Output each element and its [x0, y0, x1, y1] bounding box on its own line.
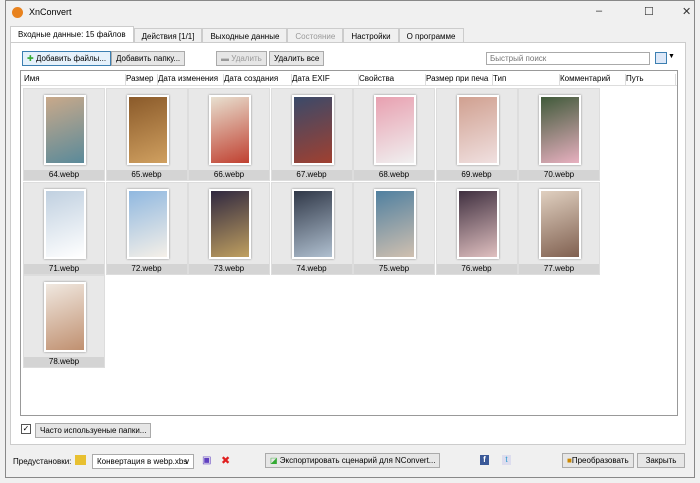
column-header[interactable]: Свойства: [359, 74, 426, 86]
file-name: 78.webp: [24, 357, 104, 367]
thumbnail-image: [456, 95, 499, 165]
file-thumbnail[interactable]: 68.webp: [353, 88, 435, 181]
thumbnail-image: [456, 188, 499, 259]
quick-search-input[interactable]: [486, 52, 650, 65]
file-thumbnail[interactable]: 73.webp: [188, 181, 270, 275]
thumbnail-image: [126, 95, 169, 165]
thumbnail-image: [374, 95, 416, 165]
thumbnail-image: [209, 188, 251, 259]
presets-label: Предустановки:: [13, 457, 72, 466]
tab-2[interactable]: Выходные данные: [202, 28, 288, 42]
file-name: 75.webp: [354, 263, 434, 274]
file-name: 72.webp: [106, 263, 187, 274]
column-header[interactable]: Дата изменения: [158, 74, 224, 86]
twitter-icon[interactable]: t: [502, 455, 511, 465]
tab-0[interactable]: Входные данные: 15 файлов: [10, 26, 134, 42]
file-name: 74.webp: [271, 263, 352, 274]
thumbnail-image: [291, 95, 334, 165]
close-window-button[interactable]: ✕: [682, 5, 691, 18]
file-name: 65.webp: [106, 170, 187, 180]
thumbnail-image: [539, 95, 581, 165]
thumbnail-image: [539, 188, 581, 259]
view-mode-button[interactable]: [655, 52, 667, 64]
plus-icon: ✚: [27, 54, 34, 63]
file-name: 73.webp: [189, 263, 269, 274]
window-title: XnConvert: [29, 7, 72, 17]
thumbnail-image: [291, 188, 334, 259]
file-thumbnail[interactable]: 71.webp: [23, 181, 105, 275]
thumbnail-image: [44, 95, 86, 165]
folder-icon[interactable]: [75, 455, 86, 465]
file-thumbnail[interactable]: 72.webp: [105, 181, 188, 275]
file-thumbnail[interactable]: 77.webp: [518, 181, 600, 275]
file-thumbnail[interactable]: 64.webp: [23, 88, 105, 181]
file-thumbnail[interactable]: 76.webp: [435, 181, 518, 275]
file-name: 76.webp: [436, 263, 517, 274]
frequent-folders-button[interactable]: Часто используеные папки...: [35, 423, 152, 438]
file-name: 70.webp: [519, 170, 599, 180]
file-thumbnail[interactable]: 70.webp: [518, 88, 600, 181]
file-name: 69.webp: [436, 170, 517, 180]
add-folder-button[interactable]: Добавить папку...: [111, 51, 186, 66]
facebook-icon[interactable]: f: [480, 455, 489, 465]
export-label: Экспортировать сценарий для NConvert...: [279, 456, 436, 465]
tab-3[interactable]: Состояние: [287, 28, 344, 42]
remove-label: Удалить: [231, 54, 262, 63]
main-tabs: Входные данные: 15 файлов Действия [1/1] В…: [10, 26, 464, 42]
tab-1[interactable]: Действия [1/1]: [133, 28, 203, 42]
file-name: 66.webp: [189, 170, 269, 180]
xnconvert-logo-icon: [12, 6, 23, 18]
maximize-button[interactable]: ☐: [644, 5, 654, 18]
thumbnail-image: [209, 95, 251, 165]
thumbnail-image: [374, 188, 416, 259]
thumbnail-image: [44, 282, 86, 352]
file-name: 67.webp: [271, 170, 352, 180]
column-header[interactable]: Имя: [24, 74, 126, 86]
minimize-button[interactable]: –: [596, 5, 602, 17]
file-name: 71.webp: [24, 263, 104, 274]
close-button[interactable]: Закрыть: [637, 453, 685, 468]
remove-button[interactable]: ▬ Удалить: [216, 51, 267, 66]
file-thumbnail[interactable]: 75.webp: [353, 181, 435, 275]
preset-value: Конвертация в webp.xbs: [97, 457, 188, 466]
add-files-button[interactable]: ✚ Добавить файлы...: [22, 51, 112, 66]
delete-preset-icon[interactable]: ✖: [221, 454, 230, 467]
file-thumbnail[interactable]: 66.webp: [188, 88, 270, 181]
list-header: Имя Размер Дата изменения Дата создания Дата…: [21, 71, 677, 86]
file-thumbnail[interactable]: 69.webp: [435, 88, 518, 181]
file-thumbnail[interactable]: 65.webp: [105, 88, 188, 181]
column-header[interactable]: Тип: [493, 74, 560, 86]
tab-5[interactable]: О программе: [398, 28, 464, 42]
add-files-label: Добавить файлы...: [35, 54, 107, 63]
file-name: 77.webp: [519, 263, 599, 274]
column-header[interactable]: Путь: [626, 74, 676, 86]
convert-button[interactable]: ■Преобразовать: [562, 453, 634, 468]
export-nconvert-button[interactable]: ◪ Экспортировать сценарий для NConvert..…: [265, 453, 441, 468]
tab-4[interactable]: Настройки: [343, 28, 399, 42]
column-header[interactable]: Дата создания: [224, 74, 292, 86]
thumbnail-image: [126, 188, 169, 259]
file-name: 68.webp: [354, 170, 434, 180]
remove-all-button[interactable]: Удалить все: [269, 51, 325, 66]
export-icon: ◪: [270, 456, 278, 465]
column-header[interactable]: Размер: [126, 74, 158, 86]
frequent-folders-checkbox[interactable]: ✓: [21, 424, 31, 434]
convert-label: Преобразовать: [571, 456, 629, 465]
title-bar: XnConvert – ☐ ✕: [6, 1, 694, 23]
file-thumbnail[interactable]: 78.webp: [23, 275, 105, 368]
thumbnail-image: [44, 188, 86, 259]
file-thumbnail[interactable]: 67.webp: [270, 88, 353, 181]
file-list: Имя Размер Дата изменения Дата создания Дата…: [20, 70, 678, 416]
preset-select[interactable]: Конвертация в webp.xbs ∨: [92, 454, 194, 469]
file-name: 64.webp: [24, 170, 104, 180]
column-header[interactable]: Размер при печа: [426, 74, 493, 86]
save-preset-icon[interactable]: ▣: [202, 455, 211, 466]
file-thumbnail[interactable]: 74.webp: [270, 181, 353, 275]
column-header[interactable]: Дата EXIF: [292, 74, 359, 86]
column-header[interactable]: Комментарий: [560, 74, 626, 86]
view-mode-dropdown-icon[interactable]: ▼: [668, 53, 675, 60]
